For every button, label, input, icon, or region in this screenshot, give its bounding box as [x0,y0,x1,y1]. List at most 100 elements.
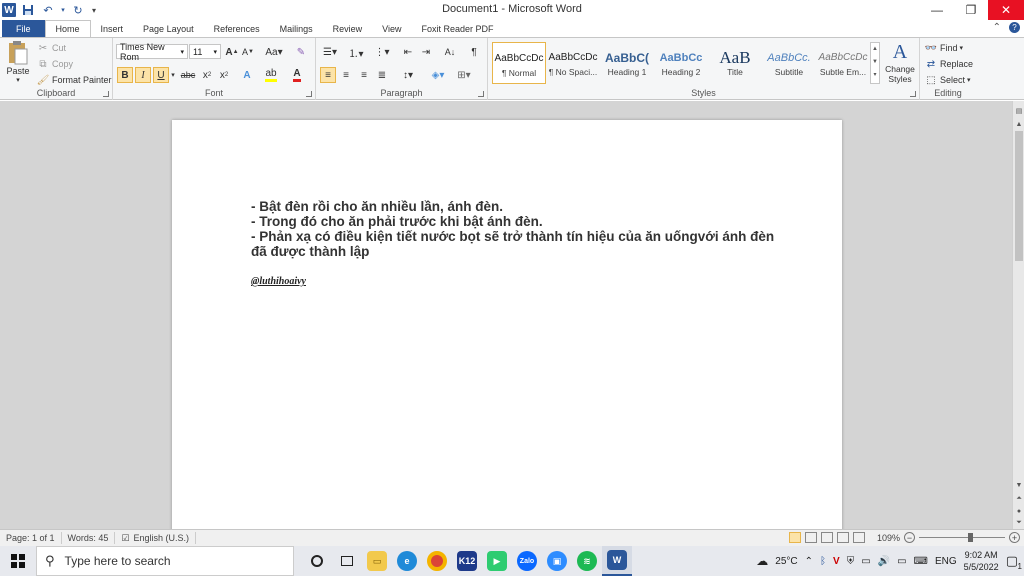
network-icon[interactable]: ▭ [861,556,870,567]
customize-qat-icon[interactable]: ▾ [90,2,98,18]
decrease-indent-icon[interactable]: ⇤ [400,44,416,60]
tab-review[interactable]: Review [323,20,373,37]
signature-text[interactable]: @luthihoaivy [251,276,306,287]
style-subtle-emphasis[interactable]: AaBbCcDc Subtle Em... [816,42,870,84]
speaker-icon[interactable]: 🔊 [878,556,890,567]
redo-icon[interactable]: ↻ [70,2,86,18]
temperature[interactable]: 25°C [775,556,797,567]
language-indicator[interactable]: ☑ English (U.S.) [115,532,197,544]
find-button[interactable]: 👓 Find ▾ [924,41,963,55]
document-line[interactable]: - Bật đèn rồi cho ăn nhiều lần, ánh đèn. [251,199,503,214]
styles-launcher-icon[interactable] [910,91,916,97]
next-page-icon[interactable]: ⏷ [1013,517,1024,529]
copy-button[interactable]: ⧉ Copy [36,57,73,71]
page-count[interactable]: Page: 1 of 1 [0,532,62,544]
align-center-icon[interactable]: ≡ [338,67,354,83]
k12-icon[interactable]: K12 [452,546,482,576]
format-painter-button[interactable]: 🖌 Format Painter [36,73,112,87]
styles-scroll[interactable]: ▲ ▼ ▾ [870,42,880,84]
notifications-icon[interactable]: ▢ 1 [1006,553,1022,571]
bullets-icon[interactable]: ☰▾ [320,44,340,60]
tab-mailings[interactable]: Mailings [270,20,323,37]
zalo-icon[interactable]: Zalo [512,546,542,576]
save-icon[interactable] [20,2,36,18]
word-logo-icon[interactable]: W [2,3,16,17]
tab-page-layout[interactable]: Page Layout [133,20,204,37]
font-family-dropdown[interactable]: Times New Rom ▾ [116,42,188,62]
tab-foxit-reader-pdf[interactable]: Foxit Reader PDF [412,20,504,37]
increase-indent-icon[interactable]: ⇥ [418,44,434,60]
superscript-button[interactable]: x2 [216,67,232,83]
word-count[interactable]: Words: 45 [62,532,116,544]
document-page[interactable]: - Bật đèn rồi cho ăn nhiều lần, ánh đèn.… [172,120,842,529]
scroll-down-icon[interactable]: ▼ [1013,479,1024,491]
start-button[interactable] [0,546,36,576]
highlight-color-icon[interactable]: ab [263,67,279,83]
borders-icon[interactable]: ⊞▾ [454,67,474,83]
input-language[interactable]: ENG [935,556,957,567]
align-right-icon[interactable]: ≡ [356,67,372,83]
taskbar-search[interactable]: ⚲ Type here to search [36,546,294,576]
zoom-out-icon[interactable]: − [904,532,915,543]
shrink-font-button[interactable]: A ▼ [240,44,256,60]
clipboard-launcher-icon[interactable] [103,91,109,97]
tab-file[interactable]: File [2,20,45,37]
edge-icon[interactable]: e [392,546,422,576]
underline-button[interactable]: U [153,67,169,83]
file-explorer-icon[interactable]: ▭ [362,546,392,576]
numbering-icon[interactable]: ⒈▾ [346,44,366,60]
restore-button[interactable]: ❐ [954,0,988,20]
chrome-icon[interactable] [422,546,452,576]
help-icon[interactable]: ? [1009,22,1020,33]
zoom-app-icon[interactable]: ▣ [542,546,572,576]
text-effects-icon[interactable]: A [239,67,255,83]
weather-icon[interactable]: ☁ [756,554,768,568]
paste-dropdown-icon[interactable]: ▾ [16,76,20,84]
scroll-up-icon[interactable]: ▲ [1013,118,1024,130]
zoom-level[interactable]: 109% [877,533,900,543]
font-size-dropdown[interactable]: 11 ▾ [189,44,221,59]
spotify-icon[interactable]: ≋ [572,546,602,576]
paste-button[interactable]: Paste ▾ [4,40,32,84]
clock[interactable]: 9:02 AM 5/5/2022 [964,549,999,573]
style-no-spacing[interactable]: AaBbCcDc ¶ No Spaci... [546,42,600,84]
tab-insert[interactable]: Insert [91,20,134,37]
select-button[interactable]: ⬚ Select ▾ [924,73,970,87]
style-subtitle[interactable]: AaBbCc. Subtitle [762,42,816,84]
minimize-button[interactable]: — [920,0,954,20]
shading-icon[interactable]: ◈▾ [428,67,448,83]
line-spacing-icon[interactable]: ↕▾ [398,67,418,83]
document-line[interactable]: đã được thành lập [251,244,369,259]
cortana-icon[interactable] [302,546,332,576]
minimize-ribbon-icon[interactable]: ⌃ [993,22,1001,33]
shield-icon[interactable]: ⛨ [847,556,855,567]
tab-view[interactable]: View [372,20,411,37]
align-left-icon[interactable]: ≡ [320,67,336,83]
document-line[interactable]: - Trong đó cho ăn phải trước khi bật ánh… [251,214,543,229]
sort-icon[interactable]: A↓ [442,44,458,60]
clear-formatting-icon[interactable]: ✎ [293,44,309,60]
show-formatting-marks-icon[interactable]: ¶ [466,44,482,60]
previous-page-icon[interactable]: ⏶ [1013,493,1024,505]
replace-button[interactable]: ⇄ Replace [924,57,973,71]
bluetooth-icon[interactable]: ᛒ [820,556,826,567]
style-title[interactable]: AaB Title [708,42,762,84]
zoom-thumb[interactable] [968,533,973,542]
keyboard-icon[interactable]: ⌨ [914,556,928,567]
browse-object-icon[interactable]: ● [1013,505,1024,517]
outline-view-icon[interactable] [836,532,849,543]
web-layout-view-icon[interactable] [820,532,833,543]
tab-references[interactable]: References [204,20,270,37]
full-screen-view-icon[interactable] [804,532,817,543]
strikethrough-button[interactable]: abc [180,67,196,83]
facetime-icon[interactable]: ▶ [482,546,512,576]
undo-dropdown-icon[interactable]: ▾ [60,2,66,18]
ruler-toggle-icon[interactable]: ▤ [1013,105,1024,117]
justify-icon[interactable]: ≣ [374,67,390,83]
document-area[interactable]: - Bật đèn rồi cho ăn nhiều lần, ánh đèn.… [0,101,1012,529]
style-heading-1[interactable]: AaBbC( Heading 1 [600,42,654,84]
antivirus-icon[interactable]: V [833,556,840,567]
word-taskbar-icon[interactable]: W [602,546,632,576]
font-launcher-icon[interactable] [306,91,312,97]
subscript-button[interactable]: x2 [199,67,215,83]
